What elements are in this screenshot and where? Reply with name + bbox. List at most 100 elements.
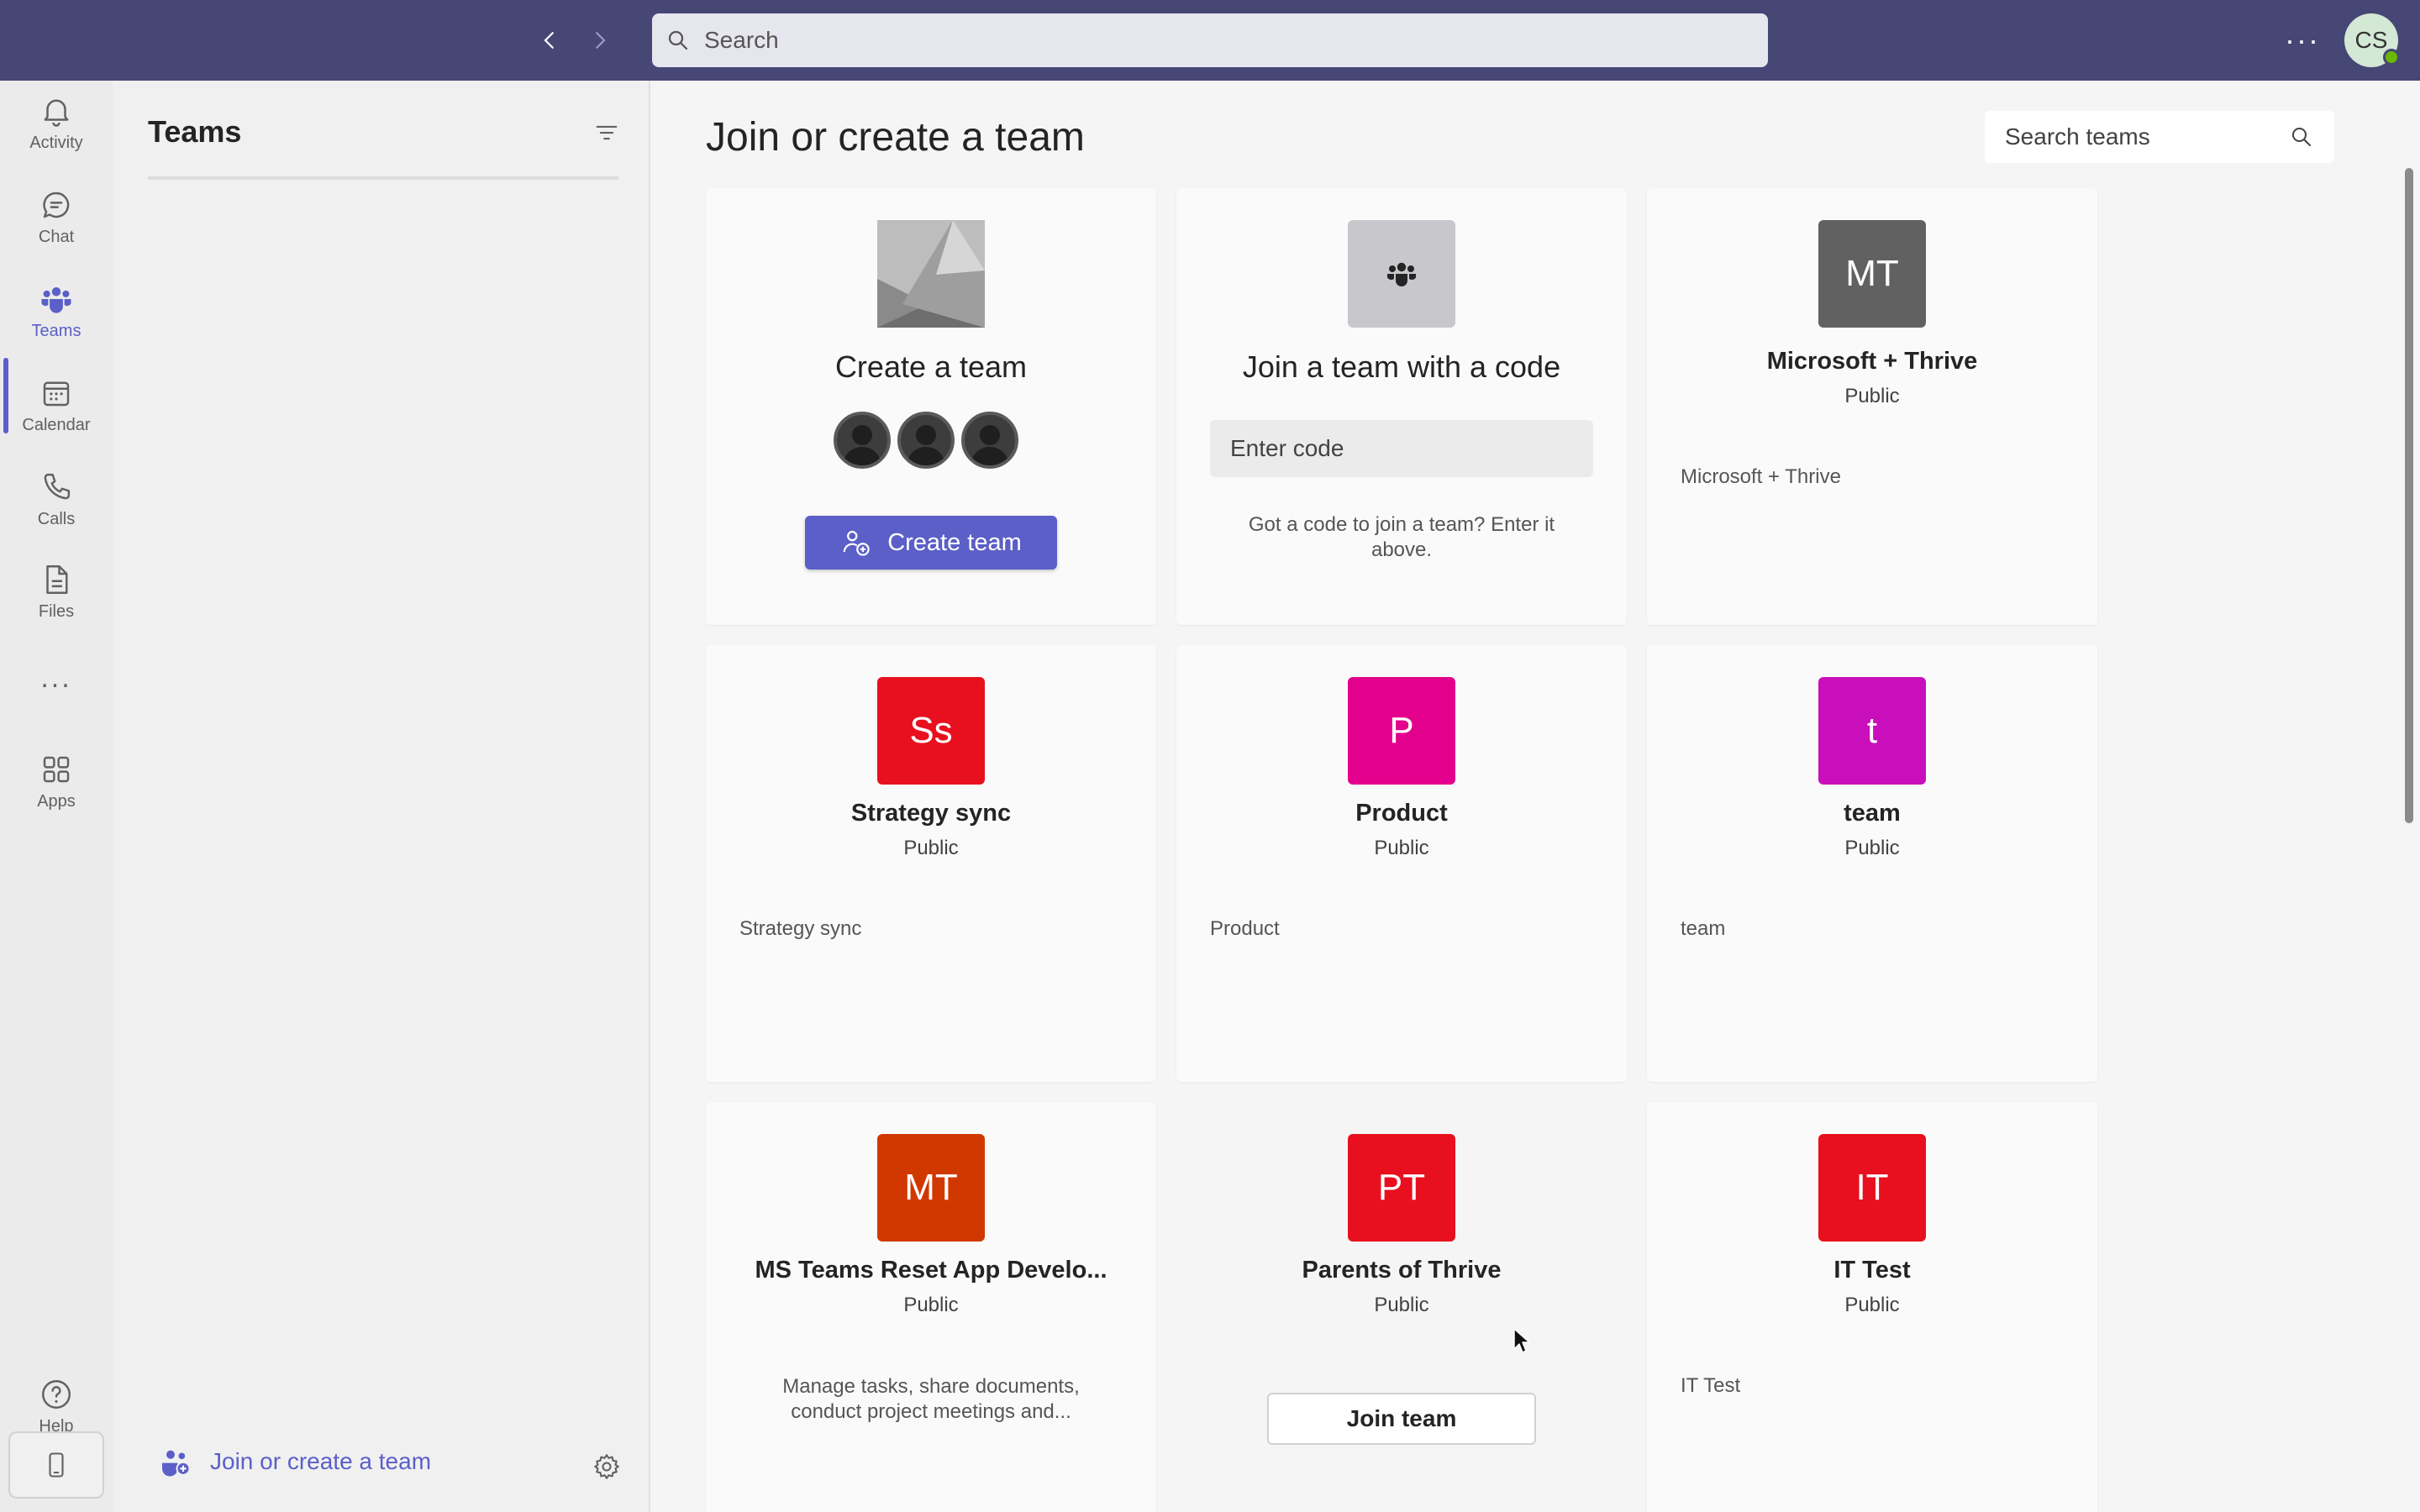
pane-divider	[148, 176, 618, 180]
team-code-icon	[1348, 220, 1455, 328]
rail-label: Teams	[31, 321, 82, 340]
filter-button[interactable]	[588, 114, 625, 151]
team-avatar-tile: PT	[1348, 1134, 1455, 1242]
chat-icon	[43, 192, 70, 218]
search-icon	[668, 30, 688, 50]
teams-icon	[41, 286, 71, 313]
rail-item-calls[interactable]: Calls	[0, 457, 113, 541]
team-description: Product	[1210, 917, 1280, 940]
person-icon	[834, 412, 891, 469]
global-search-bar[interactable]: Search	[652, 13, 1768, 67]
team-card[interactable]: t team Public team	[1647, 645, 2097, 1082]
title-bar: Search ··· CS	[0, 0, 2420, 81]
pane-title: Teams	[148, 114, 242, 149]
team-card[interactable]: PT Parents of Thrive Public Join team	[1176, 1102, 1627, 1512]
join-team-button[interactable]: Join team	[1267, 1393, 1536, 1445]
app-rail: Activity Chat Teams Calendar Calls Files…	[0, 81, 113, 1512]
team-description: Microsoft + Thrive	[1681, 465, 1841, 488]
join-with-code-title: Join a team with a code	[1242, 349, 1561, 384]
mobile-app-button[interactable]	[8, 1431, 104, 1499]
team-visibility: Public	[903, 837, 959, 859]
teams-list-pane: Teams Join or create a team	[113, 81, 650, 1512]
vertical-scrollbar[interactable]	[2405, 168, 2413, 823]
create-team-button-label: Create team	[887, 528, 1022, 556]
forward-button[interactable]	[580, 20, 620, 60]
mobile-phone-icon	[49, 1452, 64, 1478]
chevron-right-icon	[596, 32, 606, 49]
gear-icon	[594, 1454, 619, 1479]
team-name: Microsoft + Thrive	[1766, 348, 1978, 375]
team-visibility: Public	[1374, 837, 1429, 859]
search-teams-placeholder: Search teams	[2005, 123, 2150, 150]
team-description: IT Test	[1681, 1374, 1741, 1397]
join-with-code-card: Join a team with a code Got a code to jo…	[1176, 188, 1627, 625]
team-name: team	[1844, 800, 1901, 827]
team-visibility: Public	[1844, 837, 1900, 859]
more-icon: ...	[40, 661, 72, 694]
team-visibility: Public	[1844, 385, 1900, 407]
user-avatar[interactable]: CS	[2344, 13, 2400, 67]
chevron-left-icon	[544, 32, 554, 49]
avatar-initials: CS	[2354, 27, 2388, 53]
team-avatar-tile: Ss	[877, 677, 985, 785]
team-add-icon	[162, 1450, 191, 1477]
search-teams-input[interactable]: Search teams	[1985, 111, 2334, 163]
rail-more-button[interactable]: ...	[0, 648, 113, 707]
manage-teams-button[interactable]	[588, 1448, 625, 1485]
team-description: Strategy sync	[739, 917, 862, 940]
team-visibility: Public	[1374, 1294, 1429, 1316]
team-name: Strategy sync	[850, 800, 1012, 827]
person-icon	[897, 412, 955, 469]
person-icon	[961, 412, 1018, 469]
team-avatar-tile: MT	[877, 1134, 985, 1242]
create-team-title: Create a team	[834, 349, 1028, 384]
rail-item-calendar[interactable]: Calendar	[0, 363, 113, 447]
team-avatar-tile: MT	[1818, 220, 1926, 328]
team-description: team	[1681, 917, 1726, 940]
team-name: Parents of Thrive	[1302, 1257, 1502, 1284]
more-options-button[interactable]: ···	[2282, 20, 2323, 60]
bell-icon	[44, 99, 69, 127]
page-title: Join or create a team	[706, 115, 1085, 160]
search-icon	[2292, 128, 2311, 146]
team-card[interactable]: IT IT Test Public IT Test	[1647, 1102, 2097, 1512]
rail-item-teams[interactable]: Teams	[0, 269, 113, 353]
rail-item-files[interactable]: Files	[0, 549, 113, 633]
file-icon	[46, 564, 68, 594]
join-or-create-team-link[interactable]: Join or create a team	[158, 1445, 431, 1478]
team-name: IT Test	[1833, 1257, 1911, 1284]
rail-label: Chat	[38, 227, 75, 246]
team-visibility: Public	[1844, 1294, 1900, 1316]
team-name: Product	[1355, 800, 1448, 827]
team-description: Manage tasks, share documents, conduct p…	[782, 1375, 1080, 1423]
main-content: Join or create a team Search teams Creat…	[652, 81, 2420, 1512]
join-code-help-text: Got a code to join a team? Enter it abov…	[1248, 513, 1555, 561]
rail-item-activity[interactable]: Activity	[0, 81, 113, 165]
team-card[interactable]: P Product Public Product	[1176, 645, 1627, 1082]
team-visibility: Public	[903, 1294, 959, 1316]
global-search-placeholder: Search	[704, 27, 779, 53]
team-card[interactable]: MT MS Teams Reset App Develo... Public M…	[706, 1102, 1156, 1512]
back-button[interactable]	[529, 20, 570, 60]
mouse-cursor-icon	[1513, 1328, 1530, 1353]
calendar-icon	[43, 381, 70, 406]
rail-label: Calendar	[22, 415, 91, 434]
team-card[interactable]: MT Microsoft + Thrive Public Microsoft +…	[1647, 188, 2097, 625]
rail-label: Files	[38, 601, 75, 621]
help-icon	[42, 1379, 71, 1409]
team-code-input[interactable]	[1210, 420, 1593, 477]
rail-label: Activity	[29, 133, 83, 152]
people-add-icon	[843, 530, 870, 556]
create-team-image-icon	[877, 220, 985, 328]
phone-icon	[44, 473, 71, 499]
rail-item-apps[interactable]: Apps	[0, 739, 113, 823]
apps-icon	[43, 756, 70, 782]
join-or-create-team-label: Join or create a team	[210, 1448, 432, 1474]
team-name: MS Teams Reset App Develo...	[755, 1257, 1107, 1284]
create-team-button[interactable]: Create team	[805, 516, 1057, 570]
team-card[interactable]: Ss Strategy sync Public Strategy sync	[706, 645, 1156, 1082]
member-avatars	[834, 412, 1025, 469]
create-team-card: Create a team Create team	[706, 188, 1156, 625]
rail-label: Calls	[37, 509, 76, 528]
rail-item-chat[interactable]: Chat	[0, 175, 113, 259]
